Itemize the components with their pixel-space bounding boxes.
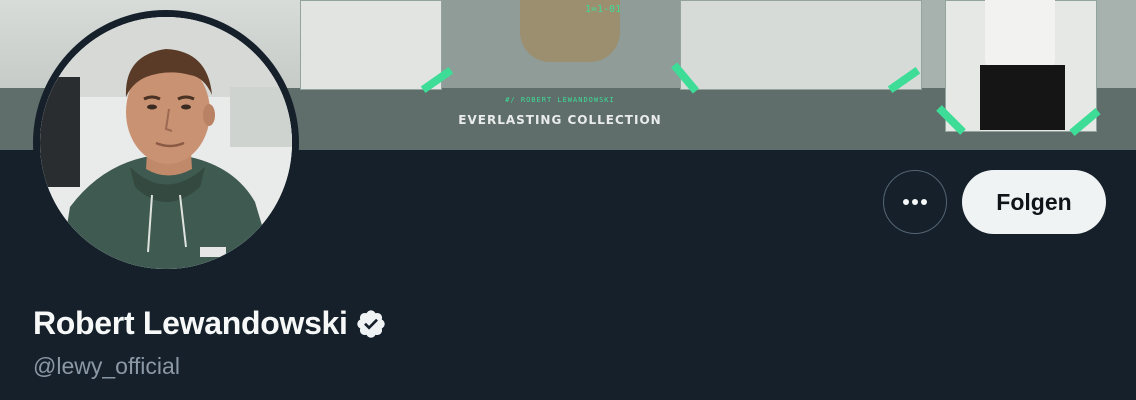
profile-handle: @lewy_official — [33, 353, 180, 379]
profile-name-row: Robert Lewandowski — [33, 305, 387, 342]
banner-model-figure — [985, 0, 1055, 70]
more-horizontal-icon — [903, 199, 927, 205]
profile-display-name: Robert Lewandowski — [33, 305, 348, 341]
banner-model-figure — [980, 65, 1065, 130]
banner-subtitle: #/ ROBERT LEWANDOWSKI — [505, 96, 615, 104]
banner-photo — [300, 0, 442, 90]
profile-avatar[interactable] — [33, 10, 299, 276]
avatar-portrait — [40, 17, 292, 269]
banner-title: EVERLASTING COLLECTION — [458, 113, 662, 127]
more-options-button[interactable] — [883, 170, 947, 234]
banner-code-caption: 1=1-01 — [585, 4, 622, 15]
follow-button[interactable]: Folgen — [962, 170, 1106, 234]
verified-badge-icon[interactable] — [355, 308, 387, 340]
profile-page: 1=1-01 #/ ROBERT LEWANDOWSKI EVERLASTING… — [0, 0, 1136, 400]
avatar-photo — [40, 17, 292, 269]
banner-photo — [680, 0, 922, 90]
